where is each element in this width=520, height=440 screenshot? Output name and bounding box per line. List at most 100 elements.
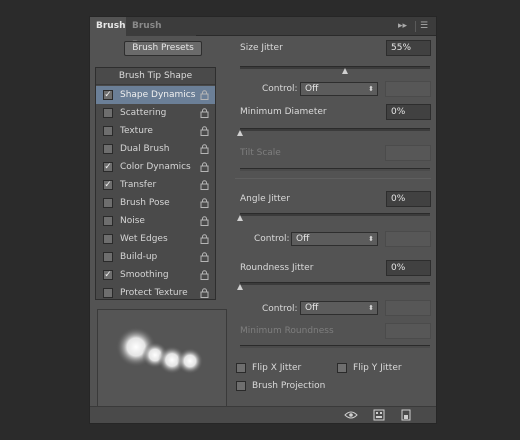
list-item-label: Dual Brush: [120, 144, 170, 154]
list-item-checkbox[interactable]: [103, 216, 113, 226]
brush-projection-checkbox[interactable]: [236, 381, 246, 391]
list-item-checkbox[interactable]: ✓: [103, 270, 113, 280]
list-item-brush-tip-shape[interactable]: Brush Tip Shape: [96, 68, 215, 85]
list-item[interactable]: Texture: [96, 122, 215, 140]
size-jitter-control-select[interactable]: Off ⬍: [300, 82, 378, 96]
size-jitter-slider-thumb[interactable]: [341, 68, 348, 74]
lock-icon[interactable]: [200, 216, 209, 226]
expand-icon[interactable]: ▸▸: [398, 17, 407, 36]
list-item-checkbox[interactable]: ✓: [103, 180, 113, 190]
list-item-label: Smoothing: [120, 270, 169, 280]
lock-icon[interactable]: [200, 108, 209, 118]
brush-panel: Brush Brush Presets ▸▸ ☰ Brush Presets B…: [89, 16, 437, 424]
lock-icon[interactable]: [200, 180, 209, 190]
panel-bottom-bar: [90, 406, 436, 423]
lock-icon[interactable]: [200, 270, 209, 280]
size-jitter-input[interactable]: 55%: [386, 40, 431, 56]
list-item-checkbox[interactable]: [103, 288, 113, 298]
list-item[interactable]: Dual Brush: [96, 140, 215, 158]
list-item-checkbox[interactable]: [103, 108, 113, 118]
tilt-scale-label: Tilt Scale: [240, 148, 281, 158]
tilt-scale-input: [385, 145, 431, 161]
list-item-checkbox[interactable]: [103, 234, 113, 244]
min-diameter-label: Minimum Diameter: [240, 107, 327, 117]
eye-brush-icon: [344, 411, 358, 419]
brush-settings-list: Brush Tip Shape ✓ Shape Dynamics Scatterin…: [95, 67, 216, 300]
list-item-checkbox[interactable]: ✓: [103, 162, 113, 172]
list-item-checkbox[interactable]: [103, 198, 113, 208]
tab-brush[interactable]: Brush: [90, 17, 126, 36]
size-jitter-control-value: Off: [305, 84, 319, 94]
list-item-label: Noise: [120, 216, 145, 226]
angle-jitter-slider-thumb[interactable]: [237, 215, 243, 221]
list-item[interactable]: ✓ Transfer: [96, 176, 215, 194]
size-jitter-slider[interactable]: [240, 66, 430, 69]
min-roundness-input: [385, 323, 431, 339]
list-item-label: Brush Pose: [120, 198, 170, 208]
roundness-jitter-slider-thumb[interactable]: [237, 284, 243, 290]
list-item[interactable]: Noise: [96, 212, 215, 230]
angle-jitter-input[interactable]: 0%: [386, 191, 431, 207]
list-item-label: Build-up: [120, 252, 158, 262]
grid-icon: [373, 409, 385, 421]
list-item[interactable]: Build-up: [96, 248, 215, 266]
list-item[interactable]: ✓ Smoothing: [96, 266, 215, 284]
roundness-jitter-control-select[interactable]: Off ⬍: [300, 301, 378, 315]
list-item[interactable]: Scattering: [96, 104, 215, 122]
tab-brush-presets[interactable]: Brush Presets: [126, 17, 196, 50]
brush-projection-label: Brush Projection: [252, 381, 326, 391]
lock-icon[interactable]: [200, 126, 209, 136]
roundness-jitter-control-extra: [385, 300, 431, 316]
toggle-live-tip-preview-icon[interactable]: [344, 409, 358, 421]
list-item[interactable]: Wet Edges: [96, 230, 215, 248]
size-jitter-label: Size Jitter: [240, 43, 283, 53]
select-arrows-icon: ⬍: [368, 235, 374, 243]
lock-icon[interactable]: [200, 198, 209, 208]
roundness-jitter-control-value: Off: [305, 303, 319, 313]
select-arrows-icon: ⬍: [368, 85, 374, 93]
list-item[interactable]: ✓ Shape Dynamics: [96, 86, 215, 104]
list-item[interactable]: Protect Texture: [96, 284, 215, 302]
lock-icon[interactable]: [200, 90, 209, 100]
flip-y-jitter-label: Flip Y Jitter: [353, 363, 402, 373]
tab-divider: [415, 21, 416, 32]
angle-jitter-slider[interactable]: [240, 213, 430, 216]
angle-jitter-label: Angle Jitter: [240, 194, 290, 204]
min-diameter-input[interactable]: 0%: [386, 104, 431, 120]
flip-x-jitter-checkbox[interactable]: [236, 363, 246, 373]
list-item-label: Wet Edges: [120, 234, 168, 244]
brush-presets-button[interactable]: Brush Presets: [124, 41, 202, 56]
min-diameter-slider-thumb[interactable]: [237, 130, 243, 136]
create-new-brush-icon[interactable]: [400, 409, 412, 421]
flip-y-jitter-checkbox[interactable]: [337, 363, 347, 373]
stroke-preview-image: [116, 327, 203, 374]
size-jitter-control-label: Control:: [262, 84, 298, 94]
angle-jitter-control-value: Off: [296, 234, 310, 244]
list-item[interactable]: ✓ Color Dynamics: [96, 158, 215, 176]
roundness-jitter-slider[interactable]: [240, 282, 430, 285]
lock-icon[interactable]: [200, 288, 209, 298]
tab-bar: Brush Brush Presets ▸▸ ☰: [90, 17, 436, 50]
roundness-jitter-control-label: Control:: [262, 304, 298, 314]
roundness-jitter-input[interactable]: 0%: [386, 260, 431, 276]
lock-icon[interactable]: [200, 252, 209, 262]
min-diameter-slider[interactable]: [240, 128, 430, 131]
flip-x-jitter-label: Flip X Jitter: [252, 363, 302, 373]
lock-icon[interactable]: [200, 234, 209, 244]
min-roundness-label: Minimum Roundness: [240, 326, 334, 336]
new-page-icon: [401, 409, 411, 421]
list-item-checkbox[interactable]: [103, 144, 113, 154]
list-item-label: Transfer: [120, 180, 157, 190]
list-item-label: Texture: [120, 126, 153, 136]
angle-jitter-control-select[interactable]: Off ⬍: [291, 232, 378, 246]
lock-icon[interactable]: [200, 144, 209, 154]
list-item-checkbox[interactable]: ✓: [103, 90, 113, 100]
panel-menu-icon[interactable]: ☰: [420, 17, 428, 36]
min-roundness-slider: [240, 345, 430, 348]
list-item-checkbox[interactable]: [103, 126, 113, 136]
roundness-jitter-label: Roundness Jitter: [240, 263, 314, 273]
list-item[interactable]: Brush Pose: [96, 194, 215, 212]
list-item-checkbox[interactable]: [103, 252, 113, 262]
open-preset-manager-icon[interactable]: [373, 409, 385, 421]
lock-icon[interactable]: [200, 162, 209, 172]
